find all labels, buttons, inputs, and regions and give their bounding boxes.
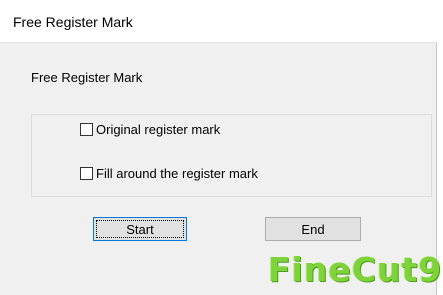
original-register-mark-label: Original register mark [96, 122, 221, 137]
start-button-label: Start [126, 221, 154, 237]
window-title: Free Register Mark [13, 14, 133, 30]
free-register-mark-dialog: Free Register Mark Free Register Mark Or… [0, 0, 441, 295]
finecut-logo-text: FineCut9 [268, 250, 443, 289]
start-button[interactable]: Start [93, 217, 187, 241]
dialog-heading: Free Register Mark [31, 70, 143, 85]
finecut-logo: FineCut9 [268, 250, 442, 290]
end-button-label: End [301, 221, 325, 237]
fill-around-register-mark-checkbox[interactable] [80, 167, 93, 180]
title-bar: Free Register Mark [0, 0, 437, 43]
original-register-mark-checkbox[interactable] [80, 123, 93, 136]
end-button[interactable]: End [265, 217, 361, 241]
fill-around-register-mark-option[interactable]: Fill around the register mark [80, 166, 258, 181]
original-register-mark-option[interactable]: Original register mark [80, 122, 220, 137]
fill-around-register-mark-label: Fill around the register mark [96, 166, 258, 181]
